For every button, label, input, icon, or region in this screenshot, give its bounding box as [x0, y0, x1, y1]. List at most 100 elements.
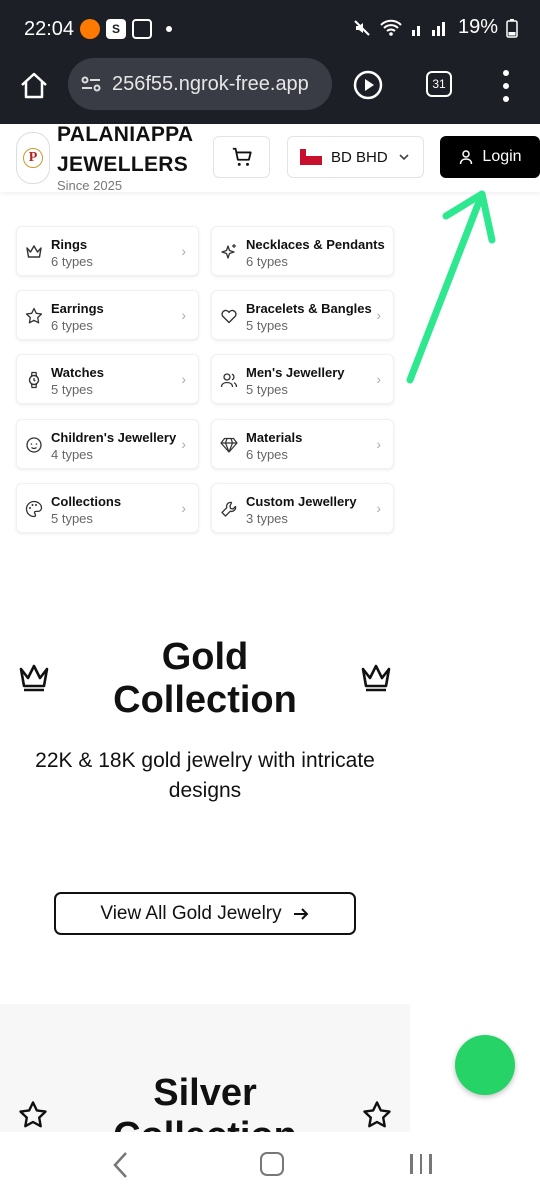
category-name: Watches: [51, 365, 104, 380]
heart-icon: [221, 309, 237, 324]
login-button[interactable]: Login: [440, 136, 540, 178]
gem-icon: [220, 437, 238, 453]
notification-icons: S: [80, 19, 172, 39]
arrow-right-icon: [293, 907, 309, 920]
category-count: 5 types: [246, 318, 288, 333]
whatsapp-chat-button[interactable]: [455, 1035, 515, 1095]
category-name: Necklaces & Pendants: [246, 237, 385, 252]
category-count: 5 types: [246, 382, 288, 397]
play-icon[interactable]: [352, 69, 384, 101]
silver-title-line-1: Silver: [153, 1072, 257, 1114]
annotation-arrow-icon: [406, 190, 496, 384]
wifi-icon: [380, 19, 402, 36]
category-name: Rings: [51, 237, 88, 252]
category-card-collections[interactable]: Collections 5 types ›: [16, 483, 199, 533]
gold-title-line-2: Collection: [113, 679, 297, 721]
gold-collection-title: Gold Collection: [60, 636, 350, 722]
category-name: Children's Jewellery: [51, 430, 177, 445]
chevron-right-icon: ›: [181, 371, 186, 387]
category-card-necklaces[interactable]: Necklaces & Pendants 6 types: [211, 226, 394, 276]
chevron-right-icon: ›: [376, 436, 381, 452]
view-all-gold-label: View All Gold Jewelry: [100, 902, 282, 924]
brand-line-2: JEWELLERS: [57, 153, 189, 176]
category-count: 4 types: [51, 447, 93, 462]
category-card-childrens[interactable]: Children's Jewellery 4 types ›: [16, 419, 199, 469]
user-icon: [460, 150, 473, 165]
category-card-bracelets[interactable]: Bracelets & Bangles 5 types ›: [211, 290, 394, 340]
category-count: 6 types: [51, 318, 93, 333]
system-icons: 19%: [352, 16, 518, 39]
home-icon[interactable]: [18, 70, 50, 102]
brand-name[interactable]: PALANIAPPA JEWELLERS: [57, 120, 207, 180]
category-card-materials[interactable]: Materials 6 types ›: [211, 419, 394, 469]
logo-letter: P: [23, 148, 43, 168]
mute-icon: [354, 19, 370, 36]
category-count: 6 types: [51, 254, 93, 269]
star-icon: [25, 307, 43, 324]
currency-selector[interactable]: BD BHD: [287, 136, 424, 178]
cart-icon: [232, 147, 252, 166]
users-icon: [220, 373, 238, 388]
chevron-right-icon: ›: [181, 307, 186, 323]
recent-apps-icon[interactable]: [410, 1154, 432, 1174]
chevron-right-icon: ›: [376, 307, 381, 323]
category-count: 6 types: [246, 447, 288, 462]
crown-icon: [26, 245, 42, 258]
more-notifications-icon: [166, 26, 172, 32]
tabs-button[interactable]: 31: [426, 71, 452, 97]
category-card-mens[interactable]: Men's Jewellery 5 types ›: [211, 354, 394, 404]
gallery-icon: [132, 19, 152, 39]
palette-icon: [25, 500, 43, 518]
signal-icon: [411, 21, 445, 36]
site-settings-icon[interactable]: [80, 73, 102, 95]
category-name: Custom Jewellery: [246, 494, 357, 509]
status-time: 22:04: [24, 18, 75, 40]
currency-label: BD BHD: [331, 148, 388, 166]
chevron-right-icon: ›: [181, 500, 186, 516]
sparkles-icon: [221, 244, 236, 259]
address-bar[interactable]: 256f55.ngrok-free.app: [68, 58, 332, 110]
category-count: 3 types: [246, 511, 288, 526]
category-card-watches[interactable]: Watches 5 types ›: [16, 354, 199, 404]
star-icon: [19, 1101, 47, 1128]
category-count: 5 types: [51, 382, 93, 397]
status-bar: 22:04 S 19%: [0, 0, 540, 58]
home-nav-icon[interactable]: [260, 1152, 284, 1176]
site-header: P PALANIAPPA JEWELLERS Since 2025 BD BHD…: [0, 123, 540, 193]
category-name: Materials: [246, 430, 303, 445]
browser-menu-icon[interactable]: [496, 70, 516, 102]
gold-title-line-1: Gold: [161, 636, 249, 678]
view-all-gold-button[interactable]: View All Gold Jewelry: [54, 892, 356, 935]
category-name: Collections: [51, 494, 122, 509]
chevron-right-icon: ›: [376, 500, 381, 516]
browser-toolbar: 256f55.ngrok-free.app 31: [0, 58, 540, 124]
battery-percent: 19%: [457, 16, 498, 38]
category-name: Bracelets & Bangles: [246, 301, 372, 316]
cart-button[interactable]: [213, 136, 270, 178]
brand-line-1: PALANIAPPA: [57, 123, 194, 146]
star-icon: [363, 1101, 391, 1128]
bahrain-flag-icon: [300, 149, 322, 165]
brand-since: Since 2025: [57, 178, 123, 193]
category-card-earrings[interactable]: Earrings 6 types ›: [16, 290, 199, 340]
system-navigation-bar: [0, 1132, 540, 1200]
wrench-icon: [221, 501, 237, 517]
category-card-custom[interactable]: Custom Jewellery 3 types ›: [211, 483, 394, 533]
category-count: 5 types: [51, 511, 93, 526]
baby-icon: [26, 437, 42, 453]
chevron-right-icon: ›: [181, 436, 186, 452]
category-card-rings[interactable]: Rings 6 types ›: [16, 226, 199, 276]
category-count: 6 types: [246, 254, 288, 269]
app-notification-icon: [80, 19, 100, 39]
category-name: Men's Jewellery: [246, 365, 345, 380]
watch-icon: [28, 371, 40, 389]
s-app-icon: S: [106, 19, 126, 39]
back-icon[interactable]: [110, 1150, 132, 1180]
chevron-right-icon: ›: [181, 243, 186, 259]
crown-icon: [19, 664, 49, 692]
crown-icon: [361, 664, 391, 692]
url-text: 256f55.ngrok-free.app: [112, 72, 309, 95]
login-label: Login: [482, 148, 522, 165]
category-name: Earrings: [51, 301, 104, 316]
brand-logo[interactable]: P: [16, 132, 50, 184]
